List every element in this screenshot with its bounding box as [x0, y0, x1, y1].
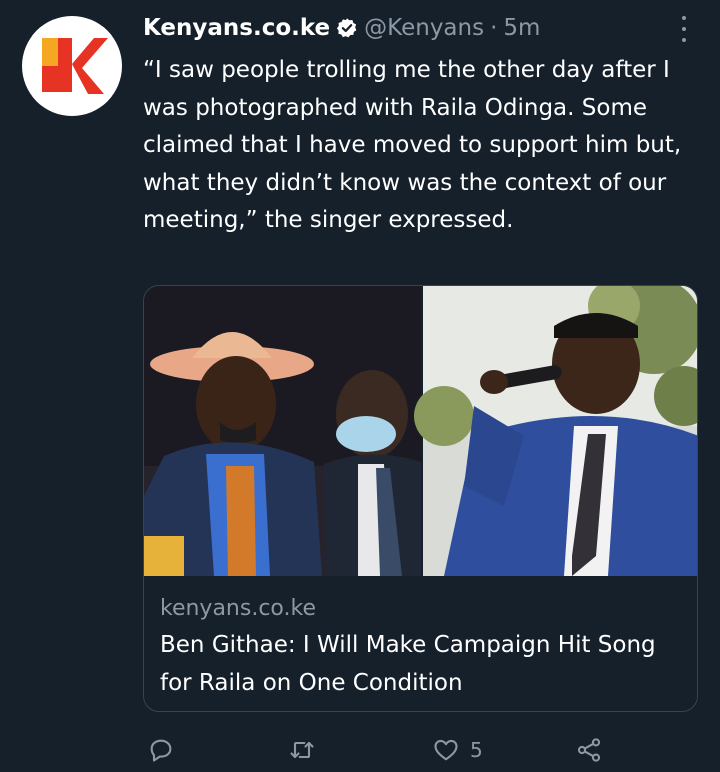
verified-icon	[336, 17, 358, 39]
retweet-button[interactable]	[288, 733, 316, 767]
heart-icon	[434, 739, 458, 761]
card-image	[144, 286, 697, 576]
author-name[interactable]: Kenyans.co.ke	[143, 15, 330, 41]
share-button[interactable]	[575, 733, 603, 767]
tweet-header: Kenyans.co.ke @Kenyans · 5m	[143, 12, 540, 44]
reply-icon	[150, 739, 172, 762]
like-count: 5	[470, 738, 483, 762]
tweet-actions: 5	[143, 733, 703, 767]
reply-button[interactable]	[147, 733, 175, 767]
retweet-icon	[290, 741, 314, 759]
card-title: Ben Githae: I Will Make Campaign Hit Son…	[160, 632, 656, 696]
author-handle[interactable]: @Kenyans	[364, 15, 484, 41]
share-icon	[577, 738, 601, 762]
timestamp[interactable]: 5m	[503, 15, 540, 41]
separator-dot: ·	[490, 15, 498, 41]
link-card[interactable]: kenyans.co.ke Ben Githae: I Will Make Ca…	[143, 285, 698, 712]
avatar[interactable]	[22, 16, 122, 116]
more-options-icon[interactable]	[676, 14, 692, 44]
kenyans-logo-icon	[32, 26, 112, 106]
tweet-text: “I saw people trolling me the other day …	[143, 57, 682, 233]
card-domain: kenyans.co.ke	[160, 596, 316, 621]
like-button[interactable]: 5	[432, 733, 483, 767]
